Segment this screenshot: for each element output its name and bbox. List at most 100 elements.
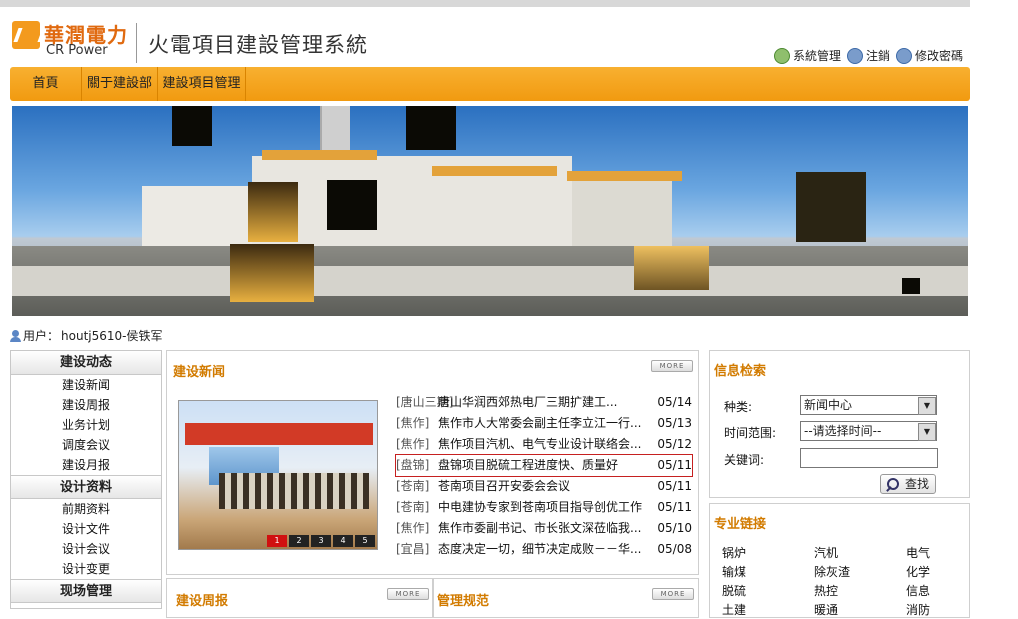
rules-more-button[interactable]: MORE: [652, 588, 694, 600]
nav-about[interactable]: 關于建設部: [82, 67, 158, 101]
photo-banner: [185, 423, 373, 445]
sidebar-item-design-change[interactable]: 设计变更: [11, 559, 161, 579]
sidebar-item-design-meeting[interactable]: 设计会议: [11, 539, 161, 559]
news-tag: [焦作]: [396, 416, 430, 430]
banner-tile: [230, 244, 314, 302]
news-date: 05/11: [657, 458, 692, 472]
rules-title: 管理规范: [437, 594, 490, 609]
news-item[interactable]: [焦作] 焦作市委副书记、市长张文深莅临我... 05/10: [396, 518, 692, 539]
links-title: 专业链接: [714, 517, 767, 532]
weekly-title: 建设周报: [176, 594, 229, 609]
news-tag: [焦作]: [396, 521, 430, 535]
sidebar-item-monthly[interactable]: 建设月报: [11, 455, 161, 475]
news-date: 05/11: [657, 500, 692, 514]
link-ash[interactable]: 除灰渣: [814, 563, 906, 581]
news-date: 05/14: [657, 395, 692, 409]
news-item[interactable]: [唐山三期] 唐山华润西郊热电厂三期扩建工... 05/14: [396, 392, 692, 413]
nav-home[interactable]: 首頁: [10, 67, 82, 101]
search-button[interactable]: 查找: [880, 474, 936, 494]
link-desulfur[interactable]: 脱硫: [722, 582, 814, 600]
news-headline: 焦作市人大常委会副主任李立江一行...: [438, 416, 642, 430]
logout-link[interactable]: 注銷: [847, 47, 890, 64]
news-headline: 焦作项目汽机、电气专业设计联络会...: [438, 437, 642, 451]
cr-power-logo-icon: [12, 21, 40, 49]
logo-divider: [136, 23, 137, 63]
news-item[interactable]: [苍南] 中电建协专家到苍南项目指导创优工作 05/11: [396, 497, 692, 518]
banner-wall: [12, 266, 968, 296]
photo-page-4[interactable]: 4: [333, 535, 353, 547]
rules-panel: 管理规范 MORE: [433, 578, 699, 618]
news-headline: 焦作市委副书记、市长张文深莅临我...: [438, 521, 642, 535]
password-icon: [896, 47, 913, 64]
banner-tile: [796, 172, 866, 242]
news-photo[interactable]: 1 2 3 4 5: [178, 400, 378, 550]
time-label: 时间范围:: [724, 426, 777, 440]
photo-page-5[interactable]: 5: [355, 535, 375, 547]
news-headline: 中电建协专家到苍南项目指导创优工作: [438, 500, 643, 514]
sidebar-section-title: 建设动态: [11, 351, 161, 375]
photo-page-3[interactable]: 3: [311, 535, 331, 547]
news-date: 05/08: [657, 542, 692, 556]
news-headline: 苍南项目召开安委会会议: [438, 479, 571, 493]
link-turbine[interactable]: 汽机: [814, 544, 906, 562]
weekly-panel: 建设周报 MORE: [166, 578, 433, 618]
news-headline: 唐山华润西郊热电厂三期扩建工...: [438, 395, 618, 409]
nav-projects[interactable]: 建設項目管理: [158, 67, 246, 101]
user-name: houtj5610-侯铁军: [61, 329, 163, 343]
photo-pager: 1 2 3 4 5: [267, 535, 375, 547]
user-info: 用户： houtj5610-侯铁军: [10, 327, 162, 344]
system-admin-link[interactable]: 系統管理: [774, 47, 841, 64]
keyword-label: 关键词:: [724, 453, 765, 467]
link-coal[interactable]: 输煤: [722, 563, 814, 581]
header: 華潤電力 CR Power 火電項目建設管理系統 系統管理 注銷 修改密碼: [0, 7, 970, 67]
news-item[interactable]: [焦作] 焦作项目汽机、电气专业设计联络会... 05/12: [396, 434, 692, 455]
sidebar-item-weekly[interactable]: 建设周报: [11, 395, 161, 415]
sidebar-item-news[interactable]: 建设新闻: [11, 375, 161, 395]
link-electric[interactable]: 电气: [906, 544, 962, 562]
news-list: [唐山三期] 唐山华润西郊热电厂三期扩建工... 05/14 [焦作] 焦作市人大常委…: [395, 392, 693, 560]
banner-tile: [172, 106, 212, 146]
banner-image: [12, 106, 968, 316]
link-info[interactable]: 信息: [906, 582, 962, 600]
news-date: 05/13: [657, 416, 692, 430]
weekly-more-button[interactable]: MORE: [387, 588, 429, 600]
link-chemistry[interactable]: 化学: [906, 563, 962, 581]
link-hvac[interactable]: 暖通: [814, 601, 906, 619]
news-item-highlighted[interactable]: [盘锦] 盘锦项目脱硫工程进度快、质量好 05/11: [395, 454, 693, 477]
news-more-button[interactable]: MORE: [651, 360, 693, 372]
photo-page-2[interactable]: 2: [289, 535, 309, 547]
sidebar-section-title: 设计资料: [11, 475, 161, 499]
main-nav: 首頁 關于建設部 建設項目管理: [10, 67, 970, 101]
sidebar-item-early-docs[interactable]: 前期资料: [11, 499, 161, 519]
photo-page-1[interactable]: 1: [267, 535, 287, 547]
link-thermal-control[interactable]: 热控: [814, 582, 906, 600]
link-boiler[interactable]: 锅炉: [722, 544, 814, 562]
user-label: 用户：: [23, 329, 60, 343]
change-password-link[interactable]: 修改密碼: [896, 47, 963, 64]
top-strip: [0, 0, 970, 7]
sidebar-item-plan[interactable]: 业务计划: [11, 415, 161, 435]
banner-tile: [327, 180, 377, 230]
type-select[interactable]: 新闻中心: [800, 395, 937, 415]
sidebar-item-design-docs[interactable]: 设计文件: [11, 519, 161, 539]
system-title: 火電項目建設管理系統: [148, 33, 368, 57]
banner-roof: [567, 171, 682, 181]
link-fire[interactable]: 消防: [906, 601, 962, 619]
left-sidebar: 建设动态 建设新闻 建设周报 业务计划 调度会议 建设月报 设计资料 前期资料 …: [10, 350, 162, 609]
news-tag: [焦作]: [396, 437, 430, 451]
gear-icon: [774, 47, 790, 64]
news-item[interactable]: [苍南] 苍南项目召开安委会会议 05/11: [396, 476, 692, 497]
keyword-input[interactable]: [800, 448, 938, 468]
time-range-select[interactable]: --请选择时间--: [800, 421, 937, 441]
banner-tile: [634, 246, 709, 290]
user-icon: [10, 329, 21, 342]
photo-people: [219, 473, 369, 509]
sidebar-item-meeting[interactable]: 调度会议: [11, 435, 161, 455]
news-tag: [宜昌]: [396, 542, 430, 556]
news-item[interactable]: [焦作] 焦作市人大常委会副主任李立江一行... 05/13: [396, 413, 692, 434]
search-title: 信息检索: [714, 364, 767, 379]
link-civil[interactable]: 土建: [722, 601, 814, 619]
type-label: 种类:: [724, 400, 753, 414]
news-tag: [唐山三期]: [396, 395, 454, 409]
news-item[interactable]: [宜昌] 态度决定一切，细节决定成败－－华... 05/08: [396, 539, 692, 560]
